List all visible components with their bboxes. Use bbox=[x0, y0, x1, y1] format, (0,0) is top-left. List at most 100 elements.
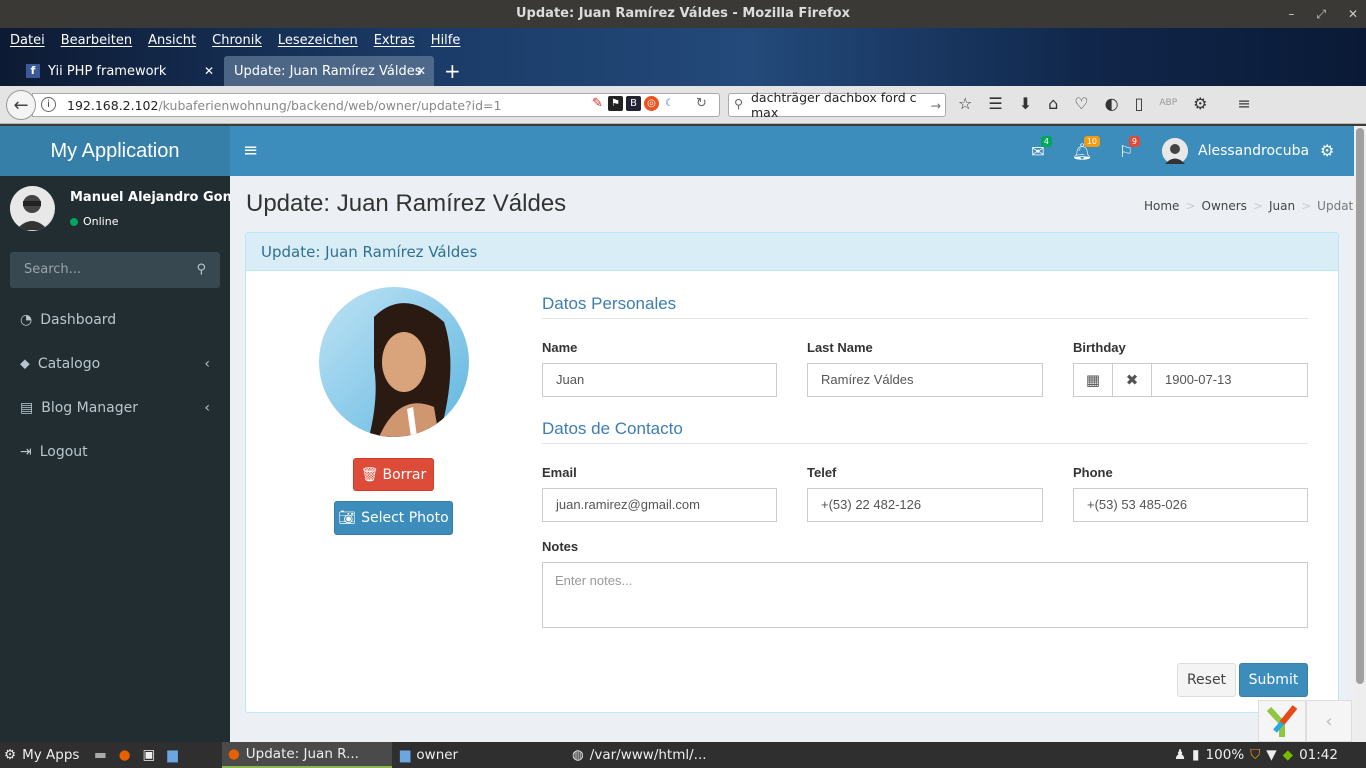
url-path: /kubaferienwohnung/backend/web/owner/upd… bbox=[158, 97, 502, 113]
breadcrumb-juan[interactable]: Juan bbox=[1269, 199, 1295, 213]
gears-icon[interactable]: ⚙ bbox=[1320, 138, 1344, 164]
firefox-icon: ● bbox=[228, 746, 240, 762]
tab-update[interactable]: Update: Juan Ramírez Váldes ✕ bbox=[224, 56, 434, 86]
camera-icon: 📷︎ bbox=[338, 510, 357, 526]
close-tab-icon[interactable]: ✕ bbox=[416, 64, 426, 78]
sign-out-icon: ⇥ bbox=[20, 444, 32, 460]
sidebar-toggle-icon[interactable]: ≡ bbox=[243, 140, 258, 161]
restore-icon[interactable]: ⤢ bbox=[1316, 7, 1326, 22]
search-bar[interactable]: ⚲ dachträger dachbox ford c max → bbox=[728, 90, 946, 120]
tab-yii[interactable]: f Yii PHP framework ✕ bbox=[16, 56, 222, 86]
firefox-icon[interactable]: ● bbox=[119, 747, 131, 763]
start-menu-button[interactable]: ⚙ My Apps bbox=[4, 742, 79, 768]
menu-lesezeichen[interactable]: Lesezeichen bbox=[272, 33, 364, 48]
phone-label: Phone bbox=[1073, 465, 1113, 480]
scrollbar-thumb[interactable] bbox=[1356, 128, 1364, 684]
telef-input[interactable]: +(53) 22 482-126 bbox=[807, 488, 1043, 522]
menu-chronik[interactable]: Chronik bbox=[206, 33, 268, 48]
reload-icon[interactable]: ↻ bbox=[694, 96, 709, 111]
editor-icon: ◍ bbox=[572, 747, 584, 763]
sidebar-item-dashboard[interactable]: ◔ Dashboard bbox=[0, 298, 230, 342]
tasks-menu[interactable]: ⚐ 9 bbox=[1106, 126, 1146, 176]
url-extension-icons: ✎ ⚑ B ◎ ☾ ↻ bbox=[590, 96, 709, 111]
sidebar-search-input[interactable]: Search... ⚲ bbox=[10, 252, 220, 288]
b-icon[interactable]: B bbox=[626, 96, 641, 111]
extension-icon[interactable]: ◐ bbox=[1105, 94, 1119, 113]
clipboard-icon[interactable]: ▯ bbox=[1135, 94, 1144, 113]
menu-hilfe[interactable]: Hilfe bbox=[425, 33, 467, 48]
terminal-icon[interactable]: ▣ bbox=[143, 747, 156, 763]
menu-extras[interactable]: Extras bbox=[368, 33, 421, 48]
moon-icon[interactable]: ☾ bbox=[662, 96, 677, 111]
bookmark-star-icon[interactable]: ☆ bbox=[958, 94, 972, 113]
last-name-input[interactable]: Ramírez Váldes bbox=[807, 363, 1043, 397]
close-tab-icon[interactable]: ✕ bbox=[204, 64, 214, 78]
menu-datei[interactable]: Datei bbox=[4, 33, 51, 48]
app-logo[interactable]: My Application bbox=[0, 126, 230, 176]
feather-icon[interactable]: ✎ bbox=[590, 96, 605, 111]
files-icon[interactable]: ▆ bbox=[167, 747, 177, 763]
taskbar-item-editor[interactable]: ◍ /var/www/html/... bbox=[572, 742, 707, 768]
reader-list-icon[interactable]: ☰ bbox=[988, 94, 1002, 113]
breadcrumb-owners[interactable]: Owners bbox=[1202, 199, 1247, 213]
user-icon[interactable]: ♟ bbox=[1174, 747, 1186, 763]
battery-icon[interactable]: ▮ bbox=[1192, 747, 1199, 763]
breadcrumb-separator: > bbox=[1185, 199, 1196, 213]
pocket-icon[interactable]: ♡ bbox=[1074, 94, 1088, 113]
sidebar-item-logout[interactable]: ⇥ Logout bbox=[0, 430, 230, 474]
home-icon[interactable]: ⌂ bbox=[1048, 94, 1058, 113]
taskbar-item-firefox[interactable]: ● Update: Juan R... bbox=[222, 742, 392, 768]
minimize-icon[interactable]: – bbox=[1288, 7, 1294, 21]
system-tray: ♟ ▮ 100% ⛉ ▼ ◆ 01:42 bbox=[1174, 742, 1338, 768]
desktop-icon[interactable]: ▬ bbox=[94, 747, 107, 763]
clear-date-icon[interactable]: ✖ bbox=[1112, 363, 1152, 397]
menu-ansicht[interactable]: Ansicht bbox=[142, 33, 202, 48]
sidebar-item-blog-manager[interactable]: ▤ Blog Manager ‹ bbox=[0, 386, 230, 430]
info-icon[interactable]: i bbox=[41, 97, 56, 112]
breadcrumb-home[interactable]: Home bbox=[1144, 199, 1179, 213]
ubuntu-icon[interactable]: ◎ bbox=[644, 96, 659, 111]
update-shield-icon[interactable]: ⛉ bbox=[1250, 747, 1260, 763]
hamburger-menu-icon[interactable]: ≡ bbox=[1237, 94, 1250, 113]
email-input[interactable]: juan.ramirez@gmail.com bbox=[542, 488, 777, 522]
back-arrow-icon: ← bbox=[13, 94, 29, 116]
messages-menu[interactable]: ✉ 4 bbox=[1018, 126, 1058, 176]
browser-tabs: f Yii PHP framework ✕ Update: Juan Ramír… bbox=[0, 56, 1366, 86]
adblock-icon[interactable]: ABP bbox=[1159, 94, 1177, 113]
sidebar-item-label: Catalogo bbox=[37, 356, 101, 372]
menu-bearbeiten[interactable]: Bearbeiten bbox=[55, 33, 138, 48]
puzzle-icon[interactable]: ⚙ bbox=[1193, 94, 1207, 113]
notes-textarea[interactable]: Enter notes... bbox=[542, 562, 1308, 628]
delete-button[interactable]: 🗑︎ Borrar bbox=[353, 458, 434, 491]
sidebar-item-catalogo[interactable]: ⬥ Catalogo ‹ bbox=[0, 342, 230, 386]
user-menu[interactable]: Alessandrocuba bbox=[1162, 138, 1309, 164]
back-button[interactable]: ← bbox=[6, 90, 36, 120]
new-tab-button[interactable]: + bbox=[444, 56, 464, 86]
user-avatar-small bbox=[1162, 138, 1188, 164]
notifications-menu[interactable]: 🔔︎ 10 bbox=[1062, 126, 1102, 176]
select-photo-button[interactable]: 📷︎ Select Photo bbox=[334, 501, 453, 535]
yii-debug-logo[interactable] bbox=[1258, 700, 1306, 742]
submit-button[interactable]: Submit bbox=[1239, 663, 1308, 697]
close-icon[interactable]: ✕ bbox=[1348, 7, 1358, 21]
download-icon[interactable]: ⬇ bbox=[1019, 94, 1032, 113]
taskbar-label: /var/www/html/... bbox=[589, 747, 707, 763]
gear-icon: ⚙ bbox=[4, 747, 17, 763]
name-input[interactable]: Juan bbox=[542, 363, 777, 397]
clock[interactable]: 01:42 bbox=[1299, 747, 1338, 763]
wifi-icon[interactable]: ▼ bbox=[1266, 747, 1276, 763]
taskbar-item-owner[interactable]: ▆ owner bbox=[400, 742, 458, 768]
birthday-input[interactable]: 1900-07-13 bbox=[1151, 363, 1308, 397]
chevron-left-icon: ‹ bbox=[204, 356, 210, 372]
phone-input[interactable]: +(53) 53 485-026 bbox=[1073, 488, 1308, 522]
folder-icon: ▆ bbox=[400, 747, 411, 763]
search-icon[interactable]: ⚲ bbox=[196, 252, 206, 288]
yii-debug-toggle-icon[interactable]: ‹ bbox=[1306, 700, 1352, 742]
reset-button[interactable]: Reset bbox=[1177, 663, 1236, 697]
search-go-icon[interactable]: → bbox=[931, 98, 941, 113]
nvidia-icon[interactable]: ◆ bbox=[1283, 747, 1293, 763]
flag-icon[interactable]: ⚑ bbox=[608, 96, 623, 111]
search-icon: ⚲ bbox=[734, 96, 744, 111]
calendar-icon[interactable]: ▦ bbox=[1073, 363, 1113, 397]
tasks-badge: 9 bbox=[1128, 136, 1140, 147]
